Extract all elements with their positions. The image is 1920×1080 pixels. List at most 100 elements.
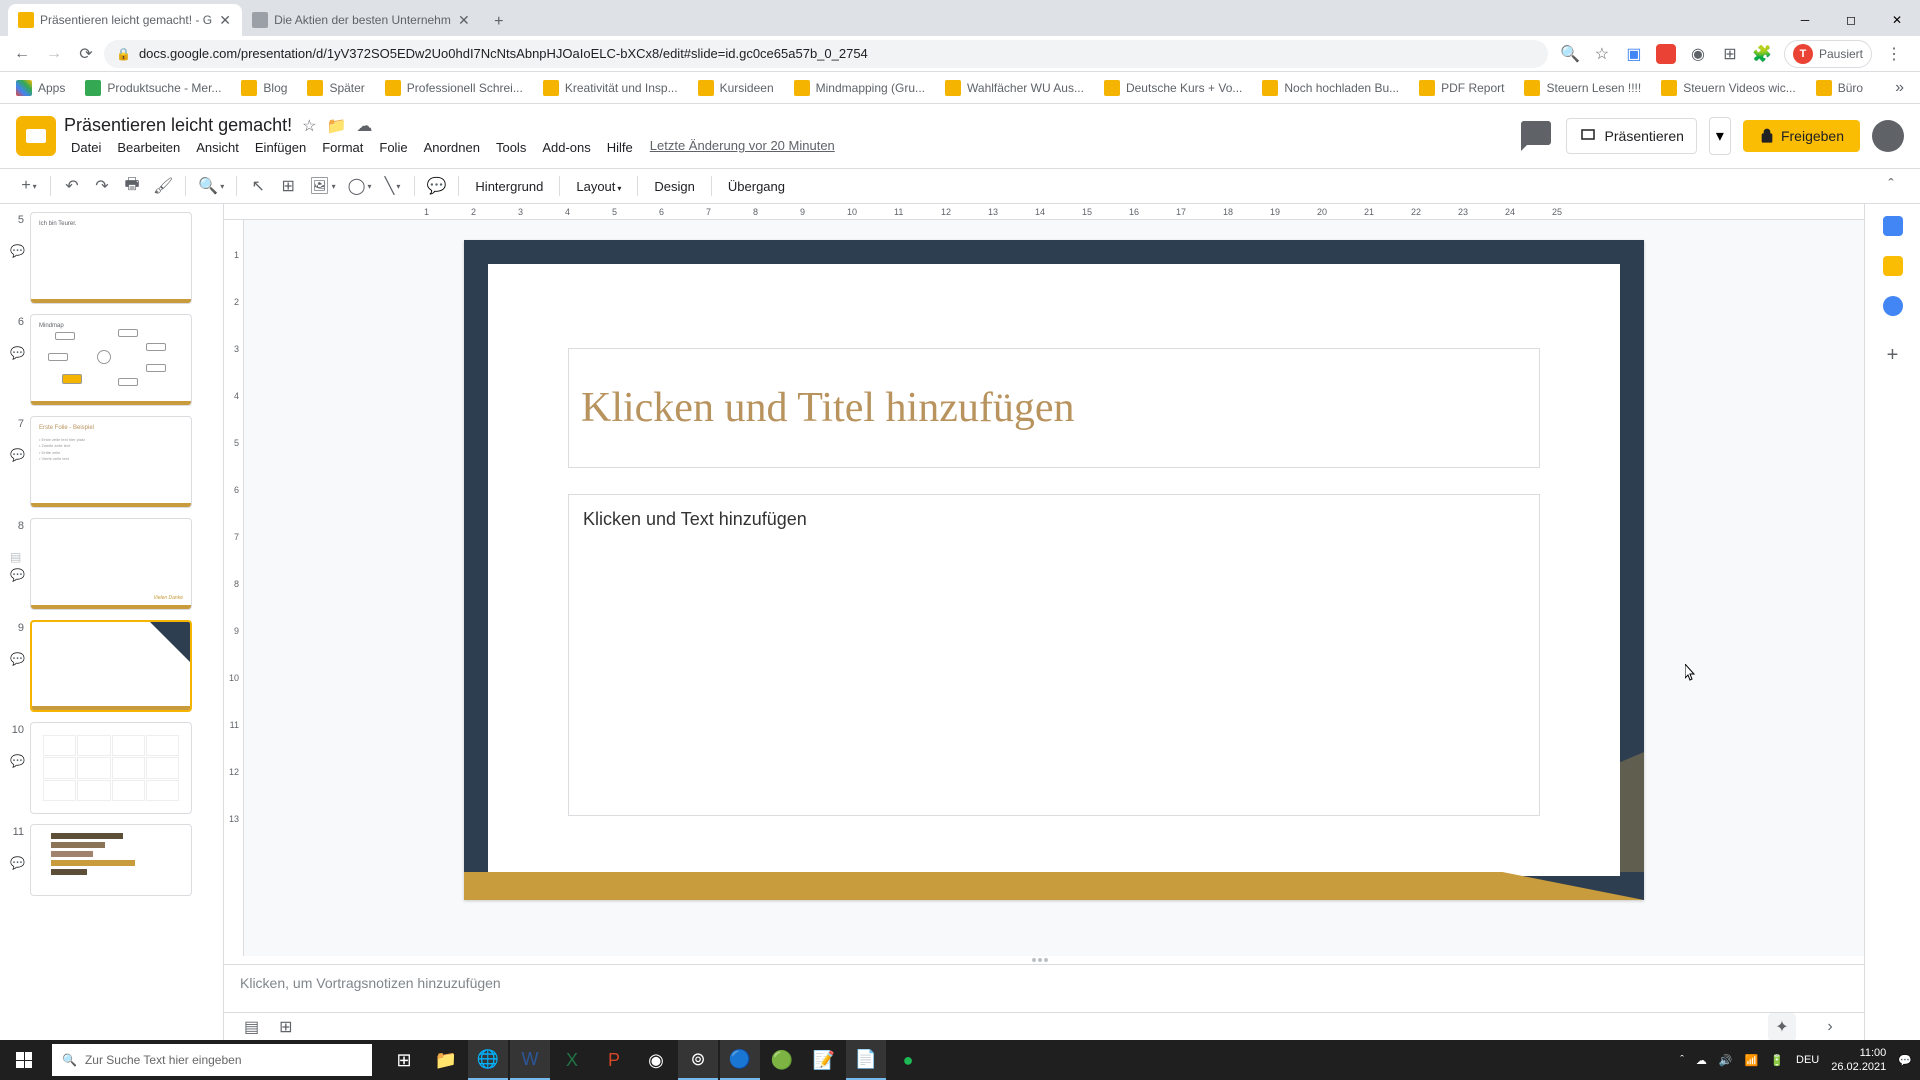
- slide-thumbnail-selected[interactable]: [30, 620, 192, 712]
- menu-folie[interactable]: Folie: [372, 138, 414, 157]
- excel-icon[interactable]: X: [552, 1040, 592, 1080]
- present-dropdown-button[interactable]: ▾: [1709, 117, 1731, 155]
- tasks-icon[interactable]: [1883, 296, 1903, 316]
- task-view-button[interactable]: ⊞: [384, 1040, 424, 1080]
- slides-logo-icon[interactable]: [16, 116, 56, 156]
- obs-icon[interactable]: ⊚: [678, 1040, 718, 1080]
- window-maximize-button[interactable]: ◻: [1828, 4, 1874, 36]
- share-button[interactable]: Freigeben: [1743, 120, 1860, 152]
- explorer-icon[interactable]: 📁: [426, 1040, 466, 1080]
- notes-resize-handle[interactable]: [224, 956, 1864, 964]
- chrome-menu-icon[interactable]: ⋮: [1884, 44, 1904, 64]
- layout-button[interactable]: Layout▾: [568, 175, 629, 198]
- bookmark-star-icon[interactable]: ☆: [1592, 44, 1612, 64]
- comment-mini-icon[interactable]: 💬: [10, 754, 24, 768]
- slide-thumbnail[interactable]: Mindmap: [30, 314, 192, 406]
- volume-icon[interactable]: 🔊: [1719, 1054, 1733, 1067]
- zoom-button[interactable]: 🔍▾: [194, 173, 228, 199]
- star-icon[interactable]: ☆: [302, 116, 316, 136]
- bookmark-item[interactable]: Steuern Videos wic...: [1653, 76, 1804, 100]
- cloud-status-icon[interactable]: ☁: [356, 116, 372, 136]
- notifications-icon[interactable]: 💬: [1898, 1054, 1912, 1067]
- add-addon-button[interactable]: +: [1887, 344, 1899, 367]
- new-slide-button[interactable]: +▾: [16, 173, 42, 199]
- undo-button[interactable]: ↶: [59, 173, 85, 199]
- notepad-icon[interactable]: 📄: [846, 1040, 886, 1080]
- slide-thumbnail[interactable]: Ich bin Teurer.: [30, 212, 192, 304]
- user-avatar[interactable]: [1872, 120, 1904, 152]
- address-input[interactable]: 🔒 docs.google.com/presentation/d/1yV372S…: [104, 40, 1548, 68]
- textbox-button[interactable]: ⊞: [275, 173, 301, 199]
- extensions-puzzle-icon[interactable]: 🧩: [1752, 44, 1772, 64]
- bookmark-item[interactable]: Später: [299, 76, 372, 100]
- present-button[interactable]: Präsentieren: [1566, 118, 1697, 154]
- bookmark-item[interactable]: Wahlfächer WU Aus...: [937, 76, 1092, 100]
- paint-format-button[interactable]: 🖌: [149, 173, 177, 199]
- filmstrip-view-button[interactable]: ▤: [244, 1017, 259, 1037]
- image-button[interactable]: 🖼▾: [305, 173, 339, 199]
- bookmarks-overflow-button[interactable]: »: [1887, 75, 1912, 101]
- shape-button[interactable]: ◯▾: [344, 173, 376, 199]
- bookmark-item[interactable]: Büro: [1808, 76, 1871, 100]
- extension-icon[interactable]: ⊞: [1720, 44, 1740, 64]
- next-panel-button[interactable]: ›: [1816, 1018, 1844, 1036]
- bookmark-item[interactable]: Kursideen: [690, 76, 782, 100]
- bookmark-item[interactable]: Noch hochladen Bu...: [1254, 76, 1407, 100]
- bookmark-item[interactable]: Produktsuche - Mer...: [77, 76, 229, 100]
- battery-icon[interactable]: 🔋: [1770, 1054, 1784, 1067]
- nav-reload-button[interactable]: ⟳: [72, 40, 100, 68]
- design-button[interactable]: Design: [646, 175, 702, 198]
- bookmark-item[interactable]: PDF Report: [1411, 76, 1512, 100]
- comment-mini-icon[interactable]: 💬: [10, 652, 24, 666]
- spotify-icon[interactable]: ●: [888, 1040, 928, 1080]
- menu-einfuegen[interactable]: Einfügen: [248, 138, 313, 157]
- menu-anordnen[interactable]: Anordnen: [417, 138, 487, 157]
- tab-close-icon[interactable]: ✕: [457, 13, 471, 27]
- vertical-ruler[interactable]: 12345678910111213: [224, 220, 244, 956]
- comments-button[interactable]: [1518, 118, 1554, 154]
- menu-format[interactable]: Format: [315, 138, 370, 157]
- menu-addons[interactable]: Add-ons: [535, 138, 597, 157]
- comment-mini-icon[interactable]: 💬: [10, 856, 24, 870]
- horizontal-ruler[interactable]: 1234567891011121314151617181920212223242…: [224, 204, 1864, 220]
- new-tab-button[interactable]: +: [485, 8, 513, 36]
- cloud-icon[interactable]: ☁: [1696, 1054, 1707, 1067]
- document-title[interactable]: Präsentieren leicht gemacht!: [64, 115, 292, 136]
- bookmark-item[interactable]: Mindmapping (Gru...: [786, 76, 933, 100]
- select-tool-button[interactable]: ↖: [245, 173, 271, 199]
- slide-thumbnail[interactable]: Erste Folie - Beispiel • Erste zeile tex…: [30, 416, 192, 508]
- tray-expand-icon[interactable]: ˆ: [1680, 1054, 1684, 1066]
- taskbar-search-input[interactable]: 🔍 Zur Suche Text hier eingeben: [52, 1044, 372, 1076]
- menu-datei[interactable]: Datei: [64, 138, 108, 157]
- comment-mini-icon[interactable]: 💬: [10, 568, 24, 582]
- title-placeholder[interactable]: Klicken und Titel hinzufügen: [568, 348, 1540, 468]
- bookmark-item[interactable]: Professionell Schrei...: [377, 76, 531, 100]
- bookmark-item[interactable]: Kreativität und Insp...: [535, 76, 686, 100]
- background-button[interactable]: Hintergrund: [467, 175, 551, 198]
- menu-tools[interactable]: Tools: [489, 138, 533, 157]
- collapse-toolbar-button[interactable]: ˆ: [1878, 173, 1904, 199]
- slide-thumbnail[interactable]: [30, 824, 192, 896]
- start-button[interactable]: [0, 1040, 48, 1080]
- nav-forward-button[interactable]: →: [40, 40, 68, 68]
- slide-thumbnail[interactable]: [30, 722, 192, 814]
- menu-bearbeiten[interactable]: Bearbeiten: [110, 138, 187, 157]
- comment-mini-icon[interactable]: 💬: [10, 244, 24, 258]
- nav-back-button[interactable]: ←: [8, 40, 36, 68]
- notes-mini-icon[interactable]: ▤: [10, 550, 24, 564]
- extension-badge-icon[interactable]: [1656, 44, 1676, 64]
- app-icon[interactable]: ◉: [636, 1040, 676, 1080]
- line-button[interactable]: ╲▾: [380, 173, 406, 199]
- calendar-icon[interactable]: [1883, 216, 1903, 236]
- browser-tab-active[interactable]: Präsentieren leicht gemacht! - G ✕: [8, 4, 242, 36]
- redo-button[interactable]: ↷: [89, 173, 115, 199]
- comment-mini-icon[interactable]: 💬: [10, 448, 24, 462]
- menu-ansicht[interactable]: Ansicht: [189, 138, 246, 157]
- move-icon[interactable]: 📁: [326, 116, 346, 136]
- keep-icon[interactable]: [1883, 256, 1903, 276]
- clock[interactable]: 11:00 26.02.2021: [1831, 1046, 1886, 1075]
- zoom-icon[interactable]: 🔍: [1560, 44, 1580, 64]
- word-icon[interactable]: W: [510, 1040, 550, 1080]
- explore-button[interactable]: ✦: [1768, 1013, 1796, 1041]
- browser-tab[interactable]: Die Aktien der besten Unternehm ✕: [242, 4, 481, 36]
